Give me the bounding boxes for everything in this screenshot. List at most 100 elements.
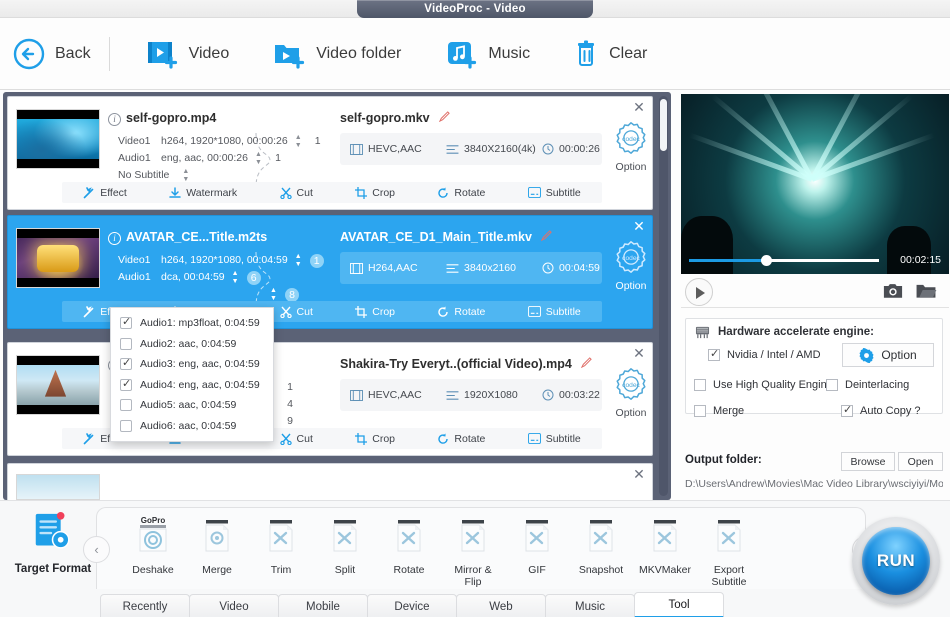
video-list-item[interactable]: ✕ i ▲▼ 1 ▲▼	[7, 342, 653, 456]
audio-option-item[interactable]: Audio2: aac, 0:04:59	[111, 334, 273, 355]
seek-track[interactable]	[689, 254, 879, 266]
effect-button[interactable]: Effect	[83, 187, 127, 199]
video-stream-row[interactable]: Video1 h264, 1920*1080, 00:00:26 ▲ ▼ 1	[118, 133, 326, 150]
nvidia-checkbox-row[interactable]: Nvidia / Intel / AMD	[708, 347, 821, 361]
crop-button[interactable]: Crop	[355, 186, 395, 199]
edit-pencil-icon[interactable]	[438, 111, 450, 123]
open-button[interactable]: Open	[898, 452, 943, 471]
tool-rotate[interactable]: Rotate	[377, 514, 441, 576]
audio-option-item[interactable]: Audio4: eng, aac, 0:04:59	[111, 375, 273, 396]
watermark-button[interactable]: Watermark	[169, 187, 237, 199]
remove-item-button[interactable]: ✕	[632, 467, 646, 482]
info-icon[interactable]: i	[108, 113, 121, 126]
edit-pencil-icon[interactable]	[541, 230, 553, 242]
tool-export-subtitle[interactable]: Export Subtitle	[697, 514, 761, 588]
checkbox-icon[interactable]	[826, 379, 838, 391]
option-button[interactable]: codec Option	[608, 119, 652, 173]
subtitle-button[interactable]: Subtitle	[527, 306, 581, 318]
cut-button[interactable]: Cut	[279, 306, 313, 318]
subtitle-button[interactable]: Subtitle	[527, 433, 581, 445]
tool-mkvmaker[interactable]: MKVMaker	[633, 514, 697, 576]
checkbox-checked-icon[interactable]	[708, 347, 720, 361]
output-format-bar[interactable]: HEVC,AAC 3840X2160(4k) 00:00:26	[340, 133, 602, 165]
scroll-left-button[interactable]: ‹	[83, 536, 110, 563]
tool-deshake[interactable]: GoPro Deshake	[121, 514, 185, 576]
seek-handle[interactable]	[761, 254, 773, 266]
browse-button[interactable]: Browse	[841, 452, 895, 471]
scrollbar-track[interactable]	[659, 96, 668, 496]
crop-button[interactable]: Crop	[355, 305, 395, 318]
audio-stream-row[interactable]: Audio1 eng, aac, 00:00:26 ▲ ▼ 1	[118, 150, 326, 167]
tab-tool[interactable]: Tool	[634, 592, 724, 617]
checkbox-icon[interactable]	[694, 379, 706, 391]
add-video-button[interactable]: Video	[146, 39, 229, 69]
info-icon[interactable]: i	[108, 232, 121, 245]
rotate-button[interactable]: Rotate	[437, 433, 485, 445]
video-stream-stepper[interactable]: ▲▼	[294, 134, 303, 150]
option-button[interactable]: codec Option	[608, 365, 652, 419]
checkbox-icon[interactable]	[120, 337, 132, 350]
tool-mirror-flip[interactable]: Mirror & Flip	[441, 514, 505, 588]
video-list-item[interactable]: ✕	[7, 463, 653, 500]
play-button[interactable]	[685, 278, 713, 306]
output-format-bar[interactable]: HEVC,AAC 1920X1080 00:03:22	[340, 379, 602, 411]
camera-icon[interactable]	[883, 282, 903, 299]
video-preview[interactable]: 00:02:15	[681, 94, 949, 274]
tool-merge[interactable]: Merge	[185, 514, 249, 576]
tab-recently[interactable]: Recently	[100, 594, 190, 617]
audio-track-dropdown[interactable]: Audio1: mp3float, 0:04:59 Audio2: aac, 0…	[110, 307, 274, 442]
crop-button[interactable]: Crop	[355, 432, 395, 445]
auto-copy-row[interactable]: Auto Copy ?	[841, 403, 921, 417]
video-stream-stepper[interactable]: ▲▼	[294, 253, 303, 269]
checkbox-checked-icon[interactable]	[120, 315, 132, 330]
rotate-button[interactable]: Rotate	[437, 187, 485, 199]
remove-item-button[interactable]: ✕	[632, 346, 646, 361]
output-format-bar[interactable]: H264,AAC 3840x2160 00:04:59	[340, 252, 602, 284]
hardware-option-button[interactable]: Option	[842, 343, 934, 367]
merge-row[interactable]: Merge	[694, 405, 744, 417]
checkbox-icon[interactable]	[120, 419, 132, 432]
audio-option-item[interactable]: Audio5: aac, 0:04:59	[111, 395, 273, 416]
tool-gif[interactable]: GIF	[505, 514, 569, 576]
audio-option-item[interactable]: Audio6: aac, 0:04:59	[111, 416, 273, 437]
tool-snapshot[interactable]: Snapshot	[569, 514, 633, 576]
tab-music[interactable]: Music	[545, 594, 635, 617]
preview-seek-bar[interactable]: 00:02:15	[681, 254, 949, 266]
checkbox-icon[interactable]	[694, 405, 706, 417]
tool-split[interactable]: Split	[313, 514, 377, 576]
audio-option-item[interactable]: Audio1: mp3float, 0:04:59	[111, 313, 273, 334]
target-format-button[interactable]: Target Format	[14, 511, 92, 575]
remove-item-button[interactable]: ✕	[632, 219, 646, 234]
tab-device[interactable]: Device	[367, 594, 457, 617]
edit-pencil-icon[interactable]	[581, 357, 593, 369]
tab-video[interactable]: Video	[189, 594, 279, 617]
audio-option-item[interactable]: Audio3: eng, aac, 0:04:59	[111, 354, 273, 375]
subtitle-button[interactable]: Subtitle	[527, 187, 581, 199]
scrollbar-thumb[interactable]	[660, 99, 667, 151]
remove-item-button[interactable]: ✕	[632, 100, 646, 115]
checkbox-icon[interactable]	[120, 399, 132, 412]
run-button[interactable]: RUN	[862, 527, 930, 595]
checkbox-checked-icon[interactable]	[120, 377, 132, 391]
open-folder-icon[interactable]	[915, 282, 937, 299]
video-list-item[interactable]: ✕ i self-gopro.mp4 Video1 h264, 1920*108…	[7, 96, 653, 210]
video-stream-row[interactable]: Video1 h264, 1920*1080, 00:04:59 ▲ ▼ 1	[118, 252, 324, 269]
high-quality-engine-row[interactable]: Use High Quality Engine	[694, 379, 833, 391]
clear-button[interactable]: Clear	[574, 39, 647, 69]
tool-trim[interactable]: Trim	[249, 514, 313, 576]
add-music-button[interactable]: Music	[445, 39, 530, 69]
deinterlacing-row[interactable]: Deinterlacing	[826, 379, 909, 391]
cut-button[interactable]: Cut	[279, 433, 313, 445]
cut-button[interactable]: Cut	[279, 187, 313, 199]
video-list-item[interactable]: ✕ i AVATAR_CE...Title.m2ts Video1 h264, …	[7, 215, 653, 329]
checkbox-checked-icon[interactable]	[120, 356, 132, 371]
output-folder-path[interactable]: D:\Users\Andrew\Movies\Mac Video Library…	[685, 478, 943, 490]
add-video-folder-button[interactable]: Video folder	[273, 39, 401, 69]
audio-stream-row[interactable]: Audio1 dca, 00:04:59 ▲ ▼ 6	[118, 269, 324, 286]
back-button[interactable]: Back	[12, 37, 91, 71]
tab-web[interactable]: Web	[456, 594, 546, 617]
checkbox-checked-icon[interactable]	[841, 403, 853, 417]
option-button[interactable]: codec Option	[608, 238, 652, 292]
audio-stream-stepper[interactable]: ▲▼	[231, 270, 240, 286]
rotate-button[interactable]: Rotate	[437, 306, 485, 318]
